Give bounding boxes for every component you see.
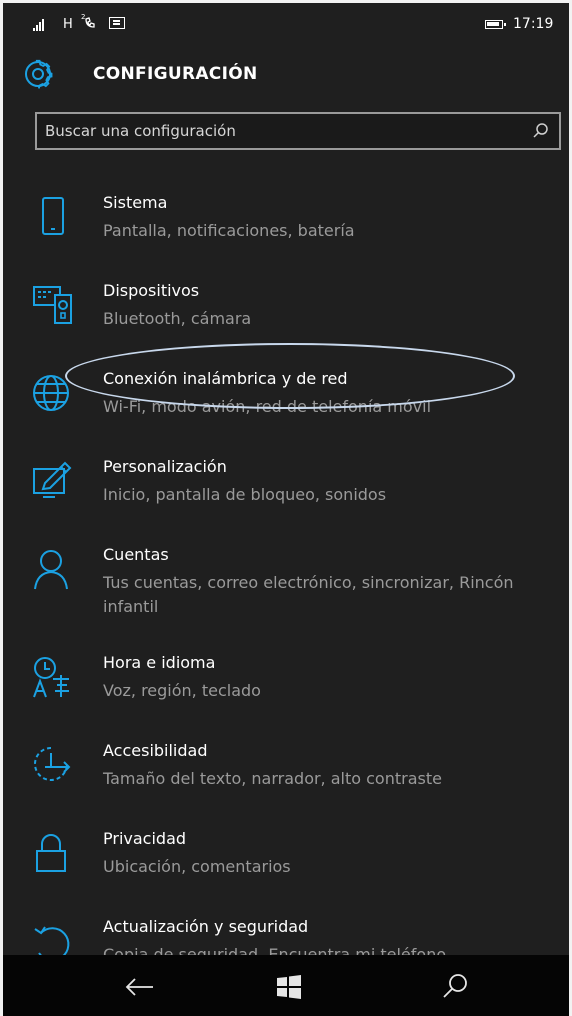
gear-icon xyxy=(25,59,53,89)
network-type: H xyxy=(63,17,73,32)
windows-icon[interactable] xyxy=(271,969,307,1005)
settings-item-label: Dispositivos xyxy=(103,281,200,300)
accessibility-icon xyxy=(34,747,71,781)
message-icon xyxy=(109,17,125,29)
settings-item-label: Privacidad xyxy=(103,829,187,848)
signal-strength-icon xyxy=(33,19,47,31)
time-language-icon xyxy=(33,657,69,698)
settings-item-label: Sistema xyxy=(103,193,168,212)
settings-item-description: Voz, región, teclado xyxy=(103,681,261,700)
settings-item-label: Cuentas xyxy=(103,545,169,564)
search-input[interactable] xyxy=(45,120,515,142)
settings-item-description: Bluetooth, cámara xyxy=(103,309,252,328)
search-box[interactable] xyxy=(35,112,561,150)
search-icon[interactable] xyxy=(531,121,551,141)
battery-icon xyxy=(485,20,506,29)
settings-item-description: Ubicación, comentarios xyxy=(103,857,291,876)
phone-icon xyxy=(42,197,64,235)
devices-icon xyxy=(33,286,72,324)
globe-icon xyxy=(33,375,69,411)
svg-text:2: 2 xyxy=(81,13,85,21)
settings-item-label: Actualización y seguridad xyxy=(103,917,309,936)
settings-item-description: Inicio, pantalla de bloqueo, sonidos xyxy=(103,485,387,504)
clock: 17:19 xyxy=(513,16,554,32)
settings-item-description: Tamaño del texto, narrador, alto contras… xyxy=(103,769,442,788)
settings-item-description: Wi-Fi, modo avión, red de telefonía móvi… xyxy=(103,397,432,416)
settings-screen: H 2 17:19 CONFIGURACIÓN Sistema Pantalla… xyxy=(0,0,572,1016)
settings-item-description: Pantalla, notificaciones, batería xyxy=(103,221,355,240)
settings-item-label: Hora e idioma xyxy=(103,653,216,672)
sim-phone-icon: 2 xyxy=(81,13,99,35)
page-title: CONFIGURACIÓN xyxy=(93,64,258,84)
paint-icon xyxy=(33,461,72,498)
search-icon[interactable] xyxy=(437,969,473,1005)
settings-item-label: Personalización xyxy=(103,457,227,476)
lock-icon xyxy=(36,834,66,872)
status-bar: H 2 17:19 xyxy=(3,3,569,39)
navigation-bar xyxy=(3,955,569,1016)
settings-item-description: Tus cuentas, correo electrónico, sincron… xyxy=(103,573,514,616)
person-icon xyxy=(34,550,68,590)
back-arrow-icon[interactable] xyxy=(121,969,157,1005)
settings-item-label: Accesibilidad xyxy=(103,741,208,760)
settings-item-label: Conexión inalámbrica y de red xyxy=(103,369,348,388)
